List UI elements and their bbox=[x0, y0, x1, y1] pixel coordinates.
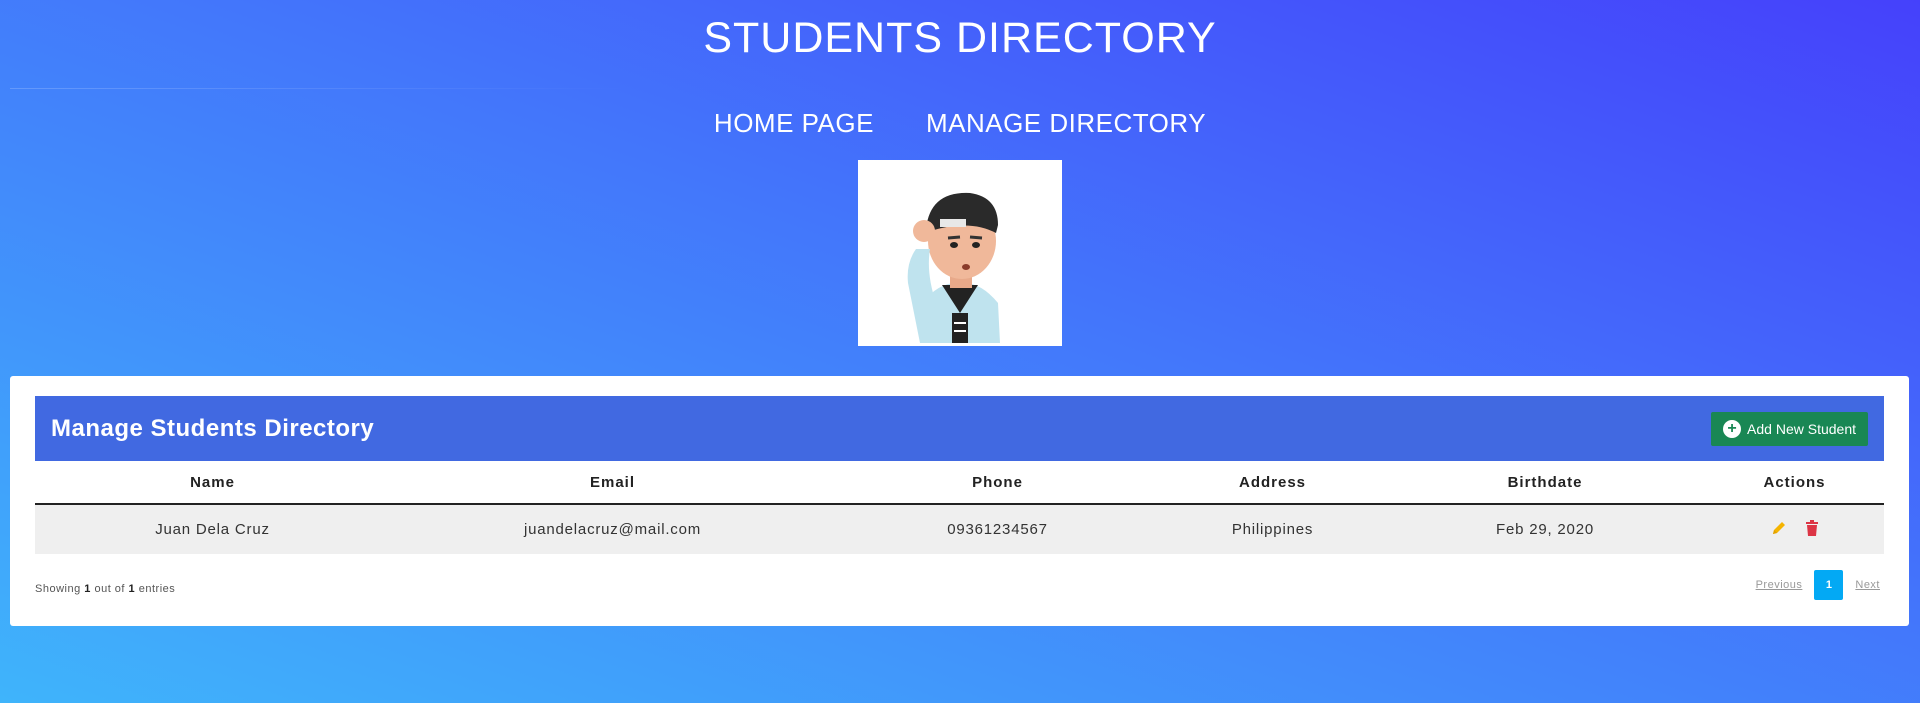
entries-info: Showing 1 out of 1 entries bbox=[35, 583, 175, 595]
nav-home-page[interactable]: HOME PAGE bbox=[714, 108, 874, 139]
column-header-email[interactable]: Email bbox=[390, 461, 835, 505]
title-divider bbox=[10, 88, 630, 89]
add-new-student-button[interactable]: + Add New Student bbox=[1711, 411, 1868, 446]
column-header-address[interactable]: Address bbox=[1160, 461, 1385, 505]
table-row: Juan Dela Cruz juandelacruz@mail.com 093… bbox=[35, 504, 1884, 554]
pagination-next[interactable]: Next bbox=[1851, 579, 1884, 591]
pencil-icon[interactable] bbox=[1771, 520, 1787, 536]
entries-count: 1 bbox=[84, 583, 91, 595]
panel-title: Manage Students Directory bbox=[51, 414, 375, 442]
entries-total: 1 bbox=[128, 583, 136, 595]
site-title: STUDENTS DIRECTORY bbox=[703, 14, 1217, 62]
cell-email: juandelacruz@mail.com bbox=[390, 504, 835, 554]
trash-icon[interactable] bbox=[1805, 519, 1819, 536]
plus-circle-icon: + bbox=[1723, 419, 1742, 438]
main-nav: HOME PAGE MANAGE DIRECTORY bbox=[0, 108, 1920, 139]
pagination-page-1[interactable]: 1 bbox=[1814, 570, 1844, 600]
cell-name: Juan Dela Cruz bbox=[35, 504, 390, 554]
students-table: Name Email Phone Address Birthdate Actio… bbox=[35, 461, 1884, 554]
column-header-phone[interactable]: Phone bbox=[835, 461, 1160, 505]
students-panel: Manage Students Directory + Add New Stud… bbox=[10, 376, 1909, 626]
avatar-image bbox=[907, 192, 1000, 343]
panel-header: Manage Students Directory + Add New Stud… bbox=[35, 396, 1884, 461]
pagination: Previous 1 Next bbox=[1752, 570, 1884, 600]
add-new-student-label: Add New Student bbox=[1747, 420, 1856, 437]
cell-birthdate: Feb 29, 2020 bbox=[1385, 504, 1705, 554]
entries-prefix: Showing bbox=[35, 583, 81, 595]
entries-suffix: entries bbox=[138, 583, 176, 595]
entries-mid: out of bbox=[94, 583, 125, 595]
column-header-birthdate[interactable]: Birthdate bbox=[1385, 461, 1705, 505]
cell-address: Philippines bbox=[1160, 504, 1385, 554]
cell-actions bbox=[1705, 504, 1884, 554]
pagination-previous[interactable]: Previous bbox=[1752, 579, 1807, 591]
nav-manage-directory[interactable]: MANAGE DIRECTORY bbox=[926, 108, 1206, 139]
table-header-row: Name Email Phone Address Birthdate Actio… bbox=[35, 461, 1884, 505]
cell-phone: 09361234567 bbox=[835, 504, 1160, 554]
column-header-actions: Actions bbox=[1705, 461, 1884, 505]
column-header-name[interactable]: Name bbox=[35, 461, 390, 505]
avatar bbox=[858, 160, 1062, 346]
